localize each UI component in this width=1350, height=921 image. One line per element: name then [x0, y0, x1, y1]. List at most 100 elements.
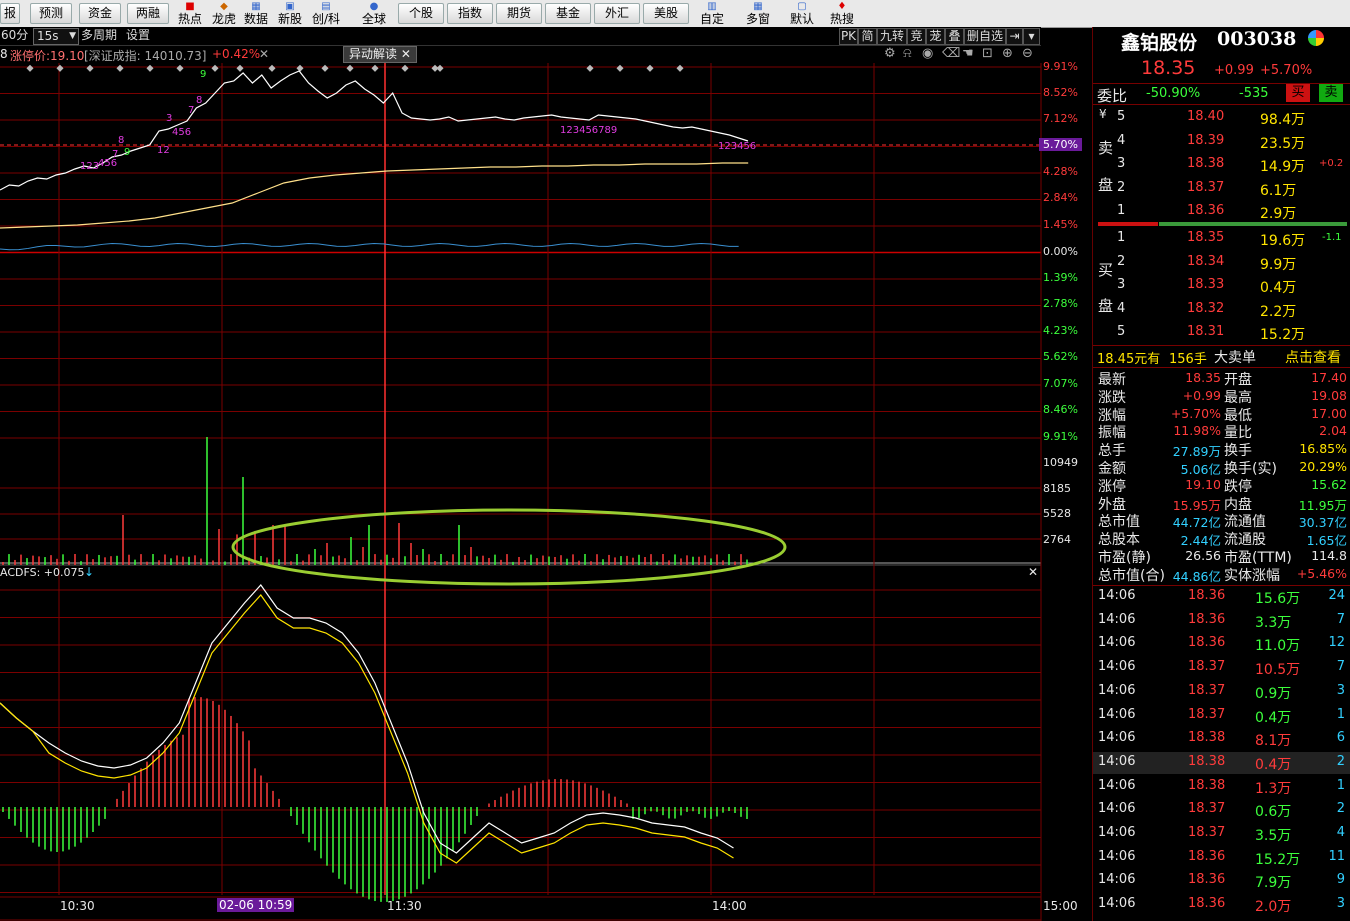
- tick-price: 18.38: [1188, 753, 1226, 769]
- stat-value: 17.40: [1311, 370, 1347, 385]
- ask-price: 18.37: [1187, 179, 1225, 195]
- tick-price: 18.37: [1188, 825, 1226, 840]
- hand-icon[interactable]: ☚: [962, 46, 974, 61]
- color-wheel-icon[interactable]: [1308, 30, 1324, 46]
- toolbar-custom[interactable]: ▥ 自定: [695, 1, 729, 26]
- indicator-line-fast: [0, 584, 734, 854]
- tick-count: 4: [1336, 825, 1345, 840]
- multi-period-button[interactable]: 多周期: [81, 28, 117, 43]
- toolbar-btn-stock[interactable]: 个股: [398, 3, 444, 24]
- bid-price: 18.35: [1187, 230, 1225, 245]
- stat-value: 27.89万: [1172, 444, 1221, 460]
- tick-time: 14:06: [1098, 588, 1136, 603]
- tick-count: 24: [1328, 588, 1345, 603]
- ask-volume: 23.5万: [1260, 135, 1306, 152]
- bid-change: -1.1: [1322, 232, 1342, 243]
- bigorder-link[interactable]: 点击查看: [1285, 347, 1341, 367]
- stat-value: 20.29%: [1299, 459, 1347, 474]
- stat-value: 114.8: [1311, 548, 1347, 563]
- nine-turn-count: 8: [196, 95, 202, 106]
- chart-header-bar: 60分 15s ▼ 多周期 设置 PK 简 九转 竞 茏 叠 删自选 ⇥ ▾: [0, 27, 1041, 46]
- stat-value: 15.62: [1311, 476, 1347, 492]
- overlay-button[interactable]: 叠: [945, 28, 964, 45]
- toolbar-btn-us-stock[interactable]: 美股: [643, 3, 689, 24]
- toolbar-hot-search[interactable]: ♦ 热搜: [825, 1, 859, 26]
- diamond-marker: [586, 64, 594, 72]
- toolbar-chuangke[interactable]: ▤ 创/科: [309, 1, 343, 26]
- toolbar-btn-forecast[interactable]: 预测: [30, 3, 72, 24]
- bid-level: 4: [1117, 300, 1126, 316]
- nine-turn-count: 8: [118, 135, 124, 146]
- gear-icon[interactable]: ⚙: [884, 46, 896, 61]
- toolbar-new-stock[interactable]: ▣ 新股: [273, 1, 307, 26]
- lock-icon[interactable]: ⊡: [982, 46, 993, 61]
- toolbar-dragon[interactable]: ◆ 龙虎: [207, 1, 241, 26]
- tick-price: 18.37: [1188, 706, 1226, 722]
- toolbar-btn-forex[interactable]: 外汇: [594, 3, 640, 24]
- ask-level: 3: [1117, 156, 1126, 171]
- sell-button[interactable]: 卖: [1319, 84, 1343, 102]
- toolbar-btn-report[interactable]: 报: [0, 3, 20, 24]
- chevron-down-icon: ▼: [69, 31, 76, 41]
- nine-turn-count: 7: [188, 105, 194, 116]
- ask-side-yen: ¥: [1099, 107, 1107, 121]
- menu-dropdown-icon[interactable]: ▾: [1023, 28, 1040, 45]
- anomaly-popup[interactable]: 异动解读 ✕: [343, 46, 417, 63]
- limit-up-price: 涨停价:19.10: [10, 49, 85, 63]
- zoom-in-icon[interactable]: ⊕: [1002, 46, 1013, 61]
- interval-select[interactable]: 15s ▼: [33, 28, 79, 45]
- tick-time: 14:06: [1098, 706, 1136, 722]
- pk-button[interactable]: PK: [839, 28, 858, 45]
- ask-volume: 14.9万: [1260, 159, 1306, 175]
- toolbar-btn-funds[interactable]: 资金: [79, 3, 121, 24]
- bid-price: 18.31: [1187, 324, 1225, 339]
- arrow-down-icon: ↓: [84, 565, 95, 579]
- toolbar-hot[interactable]: ■ 热点: [173, 1, 207, 26]
- auction-button[interactable]: 竞: [907, 28, 926, 45]
- tick-time: 14:06: [1098, 682, 1136, 698]
- toolbar-data[interactable]: ▦ 数据: [239, 1, 273, 26]
- remove-watchlist-button[interactable]: 删自选: [964, 28, 1006, 45]
- axis-up-2: 7.12%: [1043, 112, 1078, 125]
- highlight-ellipse: [231, 508, 787, 586]
- toolbar-btn-index[interactable]: 指数: [447, 3, 493, 24]
- toolbar-btn-fund[interactable]: 基金: [545, 3, 591, 24]
- ask-volume: 6.1万: [1260, 182, 1297, 199]
- close-icon[interactable]: ✕: [401, 47, 411, 61]
- eye-icon[interactable]: ◉: [922, 46, 933, 61]
- simple-button[interactable]: 简: [858, 28, 877, 45]
- period-selector[interactable]: 60分: [1, 28, 28, 43]
- stat-value: 11.98%: [1173, 423, 1221, 439]
- nine-turn-count: 123456: [718, 141, 756, 152]
- tick-count: 9: [1336, 872, 1345, 888]
- long-button[interactable]: 茏: [926, 28, 945, 45]
- buy-button[interactable]: 买: [1286, 84, 1310, 102]
- index-line: [0, 243, 739, 251]
- close-icon[interactable]: ✕: [259, 47, 269, 61]
- bell-icon[interactable]: ⍾: [903, 46, 912, 61]
- trash-icon[interactable]: ⌫: [942, 46, 960, 61]
- toolbar-multi-window[interactable]: ▦ 多窗: [741, 1, 775, 26]
- axis-up-5: 2.84%: [1043, 191, 1078, 204]
- settings-button[interactable]: 设置: [126, 28, 150, 43]
- bigorder-label: 大卖单: [1214, 350, 1256, 366]
- nine-turn-count: 9: [124, 147, 130, 158]
- toolbar-global[interactable]: ● 全球: [357, 1, 391, 26]
- tick-volume: 1.3万: [1255, 780, 1292, 797]
- intraday-chart[interactable]: 123456789 123456789123456789123456: [0, 63, 1092, 921]
- nine-turn-button[interactable]: 九转: [877, 28, 907, 45]
- close-indicator-icon[interactable]: ✕: [1028, 565, 1038, 579]
- chart-info-line: 8 涨停价:19.10 [深证成指: 14010.73] +0.42% ✕ 异动…: [0, 45, 1041, 63]
- diamond-marker: [211, 64, 219, 72]
- tick-count: 7: [1336, 659, 1345, 675]
- bigorder-price: 18.45元有: [1097, 352, 1161, 367]
- toolbar-default[interactable]: ▢ 默认: [785, 1, 819, 26]
- toolbar-btn-margin[interactable]: 两融: [127, 3, 169, 24]
- collapse-right-icon[interactable]: ⇥: [1006, 28, 1023, 45]
- tick-count: 12: [1328, 635, 1345, 651]
- index-quote: [深证成指: 14010.73]: [84, 49, 207, 63]
- bid-volume: 19.6万: [1260, 233, 1306, 249]
- zoom-out-icon[interactable]: ⊖: [1022, 46, 1033, 61]
- ask-level: 2: [1117, 179, 1126, 195]
- toolbar-btn-futures[interactable]: 期货: [496, 3, 542, 24]
